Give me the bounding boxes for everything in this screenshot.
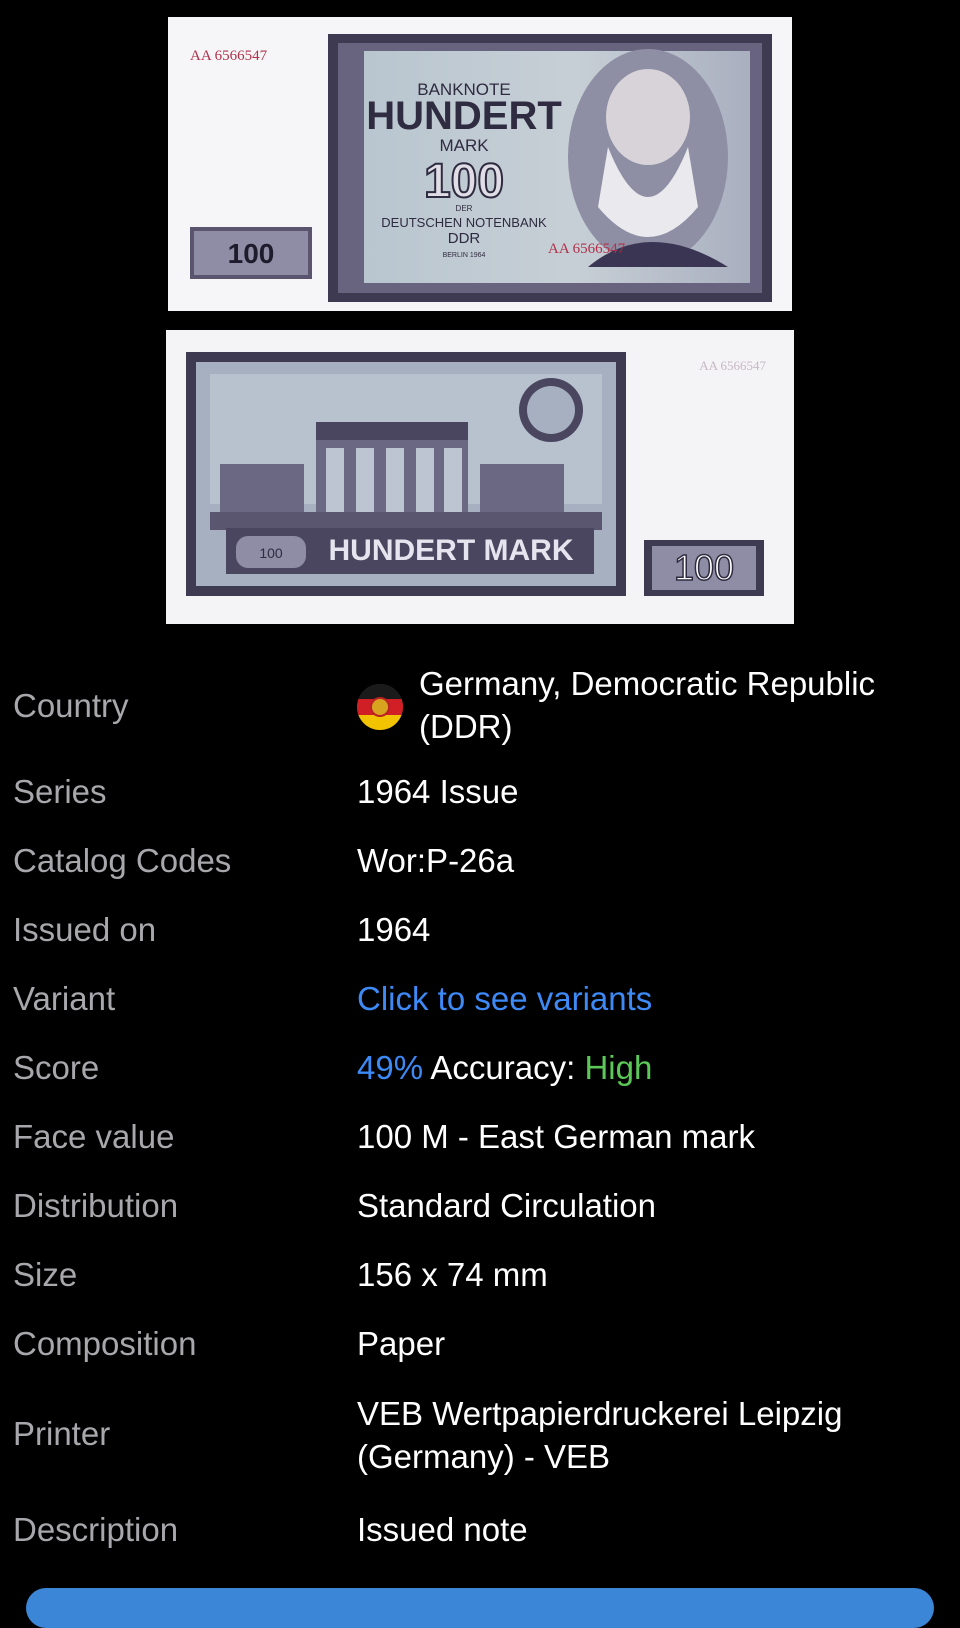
front-serial-bottom: AA 6566547 <box>548 241 626 257</box>
banknote-details-list: Country Germany, Democratic Republic (DD… <box>0 652 960 1548</box>
printer-value-line1: VEB Wertpapierdruckerei Leipzig <box>357 1395 843 1432</box>
row-variant: Variant Click to see variants <box>0 979 960 1037</box>
country-value: Germany, Democratic Republic (DDR) <box>419 662 954 748</box>
face-value-value: 100 M - East German mark <box>357 1118 755 1155</box>
front-issuer-line4: BERLIN 1964 <box>443 252 486 259</box>
row-score: Score 49% Accuracy: High <box>0 1048 960 1106</box>
bottom-action-button[interactable] <box>26 1588 934 1628</box>
score-percent: 49% <box>357 1049 424 1086</box>
description-label: Description <box>13 1511 179 1548</box>
size-label: Size <box>13 1256 78 1293</box>
row-description: Description Issued note <box>0 1510 960 1568</box>
face-value-label: Face value <box>13 1118 175 1155</box>
size-value: 156 x 74 mm <box>357 1256 548 1293</box>
variants-link[interactable]: Click to see variants <box>357 977 947 1020</box>
back-small-value: 100 <box>259 545 283 561</box>
back-serial: AA 6566547 <box>699 358 766 373</box>
front-serial-top: AA 6566547 <box>190 48 268 64</box>
series-value: 1964 Issue <box>357 773 519 810</box>
front-issuer-line3: DDR <box>448 230 481 247</box>
row-issued-on: Issued on 1964 <box>0 910 960 968</box>
back-corner-value: 100 <box>674 547 734 588</box>
country-label: Country <box>13 687 129 724</box>
country-value-line1: Germany, Democratic Republic <box>419 665 876 702</box>
back-title: HUNDERT MARK <box>329 534 574 567</box>
composition-label: Composition <box>13 1325 197 1362</box>
front-corner-value: 100 <box>228 238 275 269</box>
banknote-front-image[interactable]: AA 6566547 100 BANKNOTE HUNDERT MARK 100… <box>168 17 792 311</box>
score-label: Score <box>13 1049 100 1086</box>
distribution-value: Standard Circulation <box>357 1187 656 1224</box>
accuracy-value: High <box>584 1049 653 1086</box>
front-currency-word: MARK <box>439 136 489 155</box>
printer-value-line2: (Germany) - VEB <box>357 1438 611 1475</box>
country-value-line2: (DDR) <box>419 708 513 745</box>
row-country: Country Germany, Democratic Republic (DD… <box>0 652 960 760</box>
description-value: Issued note <box>357 1511 528 1548</box>
printer-value: VEB Wertpapierdruckerei Leipzig (Germany… <box>357 1392 947 1478</box>
catalog-codes-value: Wor:P-26a <box>357 842 515 879</box>
row-face-value: Face value 100 M - East German mark <box>0 1117 960 1175</box>
composition-value: Paper <box>357 1325 446 1362</box>
row-composition: Composition Paper <box>0 1324 960 1382</box>
issued-on-label: Issued on <box>13 911 157 948</box>
front-denomination-number: 100 <box>424 155 504 208</box>
series-label: Series <box>13 773 107 810</box>
ddr-flag-icon <box>357 684 403 730</box>
row-distribution: Distribution Standard Circulation <box>0 1186 960 1244</box>
banknote-back-image[interactable]: 100 HUNDERT MARK AA 6566547 100 <box>166 330 794 624</box>
row-catalog-codes: Catalog Codes Wor:P-26a <box>0 841 960 899</box>
front-denomination-word: HUNDERT <box>366 94 562 138</box>
front-issuer-line1: DER <box>456 204 473 213</box>
row-printer: Printer VEB Wertpapierdruckerei Leipzig … <box>0 1392 960 1492</box>
front-issuer-line2: DEUTSCHEN NOTENBANK <box>381 215 547 230</box>
catalog-codes-label: Catalog Codes <box>13 842 232 879</box>
issued-on-value: 1964 <box>357 911 431 948</box>
row-series: Series 1964 Issue <box>0 772 960 830</box>
distribution-label: Distribution <box>13 1187 179 1224</box>
row-size: Size 156 x 74 mm <box>0 1255 960 1313</box>
accuracy-label: Accuracy: <box>430 1049 576 1086</box>
variant-label: Variant <box>13 980 116 1017</box>
printer-label: Printer <box>13 1415 111 1452</box>
score-value: 49% Accuracy: High <box>357 1046 947 1089</box>
